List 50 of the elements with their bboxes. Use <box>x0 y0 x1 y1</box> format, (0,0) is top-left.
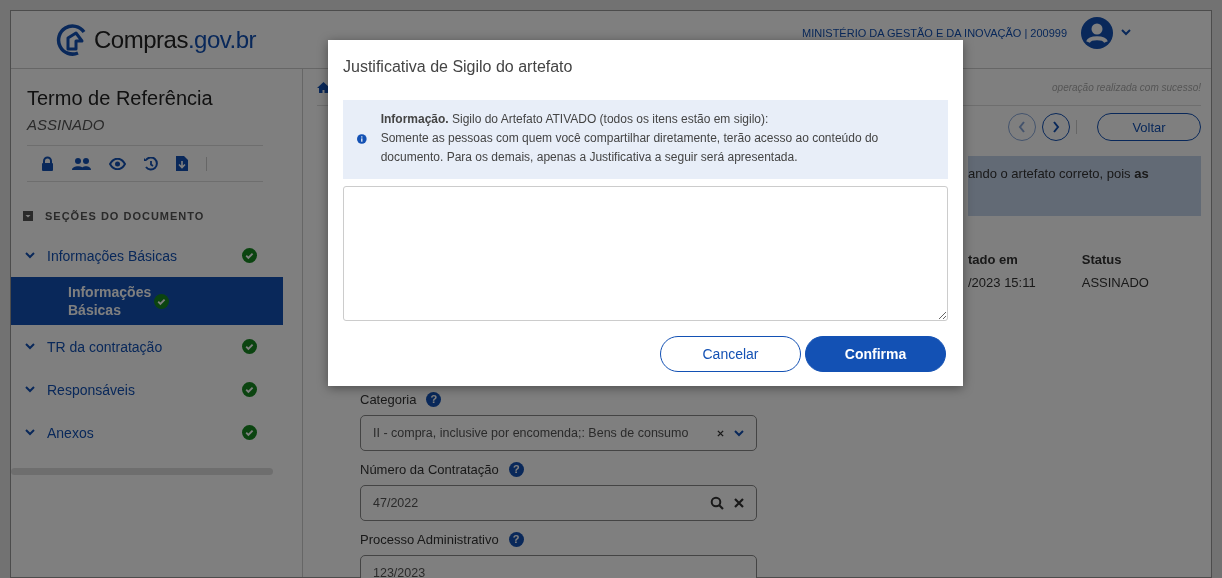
column-header: tado em <box>968 252 1019 267</box>
search-icon[interactable] <box>710 496 724 510</box>
user-avatar-icon[interactable] <box>1081 16 1113 49</box>
search-field[interactable]: 47/2022 <box>360 485 757 521</box>
lock-icon[interactable] <box>41 156 54 171</box>
column-value: /2023 15:11 <box>968 275 1036 290</box>
chevron-down-icon <box>25 252 35 259</box>
help-icon[interactable]: ? <box>508 531 524 547</box>
justification-field[interactable] <box>343 186 948 321</box>
cancel-button[interactable]: Cancelar <box>660 336 801 372</box>
eye-icon[interactable] <box>109 157 126 170</box>
logo-text: Compras.gov.br <box>94 25 256 54</box>
chevron-right-icon <box>1052 121 1060 133</box>
select-field[interactable]: II - compra, inclusive por encomenda;: Bens de consumo <box>360 415 757 451</box>
document-title: Termo de Referência <box>27 87 214 110</box>
collapse-icon[interactable] <box>23 211 33 221</box>
organization-text: MINISTÉRIO DA GESTÃO E DA INOVAÇÃO | 200999 <box>802 26 1067 39</box>
history-icon[interactable] <box>144 156 158 171</box>
caret-down-icon <box>1121 29 1131 36</box>
help-icon[interactable]: ? <box>508 461 524 477</box>
section-item[interactable]: Informações Básicas <box>11 234 283 277</box>
clear-icon[interactable] <box>734 498 744 508</box>
section-item[interactable]: TR da contratação <box>11 325 283 368</box>
chevron-down-icon <box>25 429 35 436</box>
chevron-down-icon <box>25 386 35 393</box>
next-button[interactable] <box>1042 113 1070 141</box>
file-download-icon[interactable] <box>176 156 188 171</box>
column-value: ASSINADO <box>1081 275 1149 290</box>
scrollbar[interactable] <box>11 468 273 475</box>
users-icon[interactable] <box>72 157 91 170</box>
subsection-item[interactable]: Informações Básicas <box>11 277 283 325</box>
help-icon[interactable]: ? <box>426 391 442 407</box>
field-label: Categoria <box>360 391 417 407</box>
field-label: Processo Administrativo <box>360 531 499 547</box>
document-status: ASSINADO <box>27 116 106 133</box>
section-item[interactable]: Anexos <box>11 411 283 454</box>
section-item[interactable]: Responsáveis <box>11 368 283 411</box>
column-header: Status <box>1081 252 1123 267</box>
section-heading: SEÇÕES DO DOCUMENTO <box>45 210 205 222</box>
back-button[interactable]: Voltar <box>1097 113 1201 141</box>
confirm-button[interactable]: Confirma <box>805 336 946 372</box>
chevron-down-icon <box>25 343 35 350</box>
info-message: Informação. Sigilo do Artefato ATIVADO (todos os itens estão em sigilo): Somente as pessoas com quem você compartilhar diretamente, terão acesso ao conteúdo do documento. Para os demais, apenas a Justificativa a seguir será apresentada. <box>380 111 880 166</box>
caret-down-icon <box>734 429 744 437</box>
alert-text: ando o artefato correto, pois as <box>968 156 1201 216</box>
clear-icon[interactable] <box>717 429 724 437</box>
field-label: Número da Contratação <box>360 461 499 477</box>
input-field[interactable]: 123/2023 <box>360 555 757 578</box>
modal-title: Justificativa de Sigilo do artefato <box>343 58 574 76</box>
home-icon[interactable] <box>317 81 330 93</box>
